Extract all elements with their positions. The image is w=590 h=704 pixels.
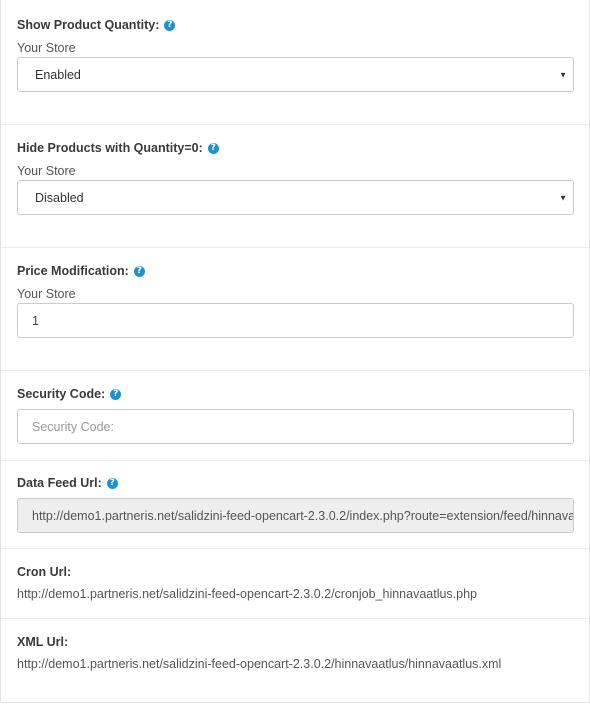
- hide-zero-section: Hide Products with Quantity=0: ? Your St…: [1, 125, 589, 248]
- cron-label: Cron Url:: [17, 565, 71, 579]
- show-quantity-selected-value: Enabled: [35, 67, 81, 82]
- security-code-input[interactable]: Security Code:: [17, 409, 574, 444]
- show-quantity-section: Show Product Quantity: ? Your Store Enab…: [1, 0, 589, 125]
- hide-zero-selected-value: Disabled: [35, 190, 84, 205]
- hide-zero-label-text: Hide Products with Quantity=0:: [17, 141, 203, 155]
- help-icon[interactable]: ?: [133, 265, 145, 277]
- security-section: Security Code: ? Security Code:: [1, 371, 589, 461]
- data-feed-url-value: http://demo1.partneris.net/salidzini-fee…: [32, 508, 574, 523]
- xml-url-text: http://demo1.partneris.net/salidzini-fee…: [17, 657, 502, 671]
- xml-label-text: XML Url:: [17, 635, 69, 649]
- help-icon[interactable]: ?: [164, 19, 176, 31]
- show-quantity-label-text: Show Product Quantity:: [17, 18, 160, 32]
- hide-zero-label: Hide Products with Quantity=0: ?: [17, 141, 219, 155]
- help-icon[interactable]: ?: [110, 388, 122, 400]
- settings-panel: Show Product Quantity: ? Your Store Enab…: [0, 0, 590, 703]
- data-feed-url-field[interactable]: http://demo1.partneris.net/salidzini-fee…: [17, 498, 574, 533]
- chevron-down-icon: ▼: [559, 70, 567, 79]
- show-quantity-label: Show Product Quantity: ?: [17, 18, 176, 32]
- price-mod-input-value: 1: [32, 313, 39, 328]
- price-mod-input[interactable]: 1: [17, 303, 574, 338]
- chevron-down-icon: ▼: [559, 193, 567, 202]
- cron-label-text: Cron Url:: [17, 565, 72, 579]
- help-icon[interactable]: ?: [106, 477, 118, 489]
- show-quantity-select[interactable]: Enabled ▼: [17, 57, 574, 92]
- price-mod-label-text: Price Modification:: [17, 264, 129, 278]
- data-feed-label: Data Feed Url: ?: [17, 476, 118, 490]
- xml-section: XML Url: http://demo1.partneris.net/sali…: [1, 619, 589, 703]
- security-label-text: Security Code:: [17, 387, 106, 401]
- data-feed-section: Data Feed Url: ? http://demo1.partneris.…: [1, 461, 589, 549]
- price-mod-store-label: Your Store: [17, 287, 76, 301]
- hide-zero-store-label: Your Store: [17, 164, 76, 178]
- xml-label: XML Url:: [17, 635, 68, 649]
- hide-zero-select[interactable]: Disabled ▼: [17, 180, 574, 215]
- security-label: Security Code: ?: [17, 387, 122, 401]
- data-feed-label-text: Data Feed Url:: [17, 476, 102, 490]
- security-code-placeholder: Security Code:: [32, 419, 114, 434]
- price-mod-label: Price Modification: ?: [17, 264, 145, 278]
- cron-section: Cron Url: http://demo1.partneris.net/sal…: [1, 549, 589, 619]
- help-icon[interactable]: ?: [207, 142, 219, 154]
- cron-url-text: http://demo1.partneris.net/salidzini-fee…: [17, 587, 478, 601]
- show-quantity-store-label: Your Store: [17, 41, 76, 55]
- price-mod-section: Price Modification: ? Your Store 1: [1, 248, 589, 371]
